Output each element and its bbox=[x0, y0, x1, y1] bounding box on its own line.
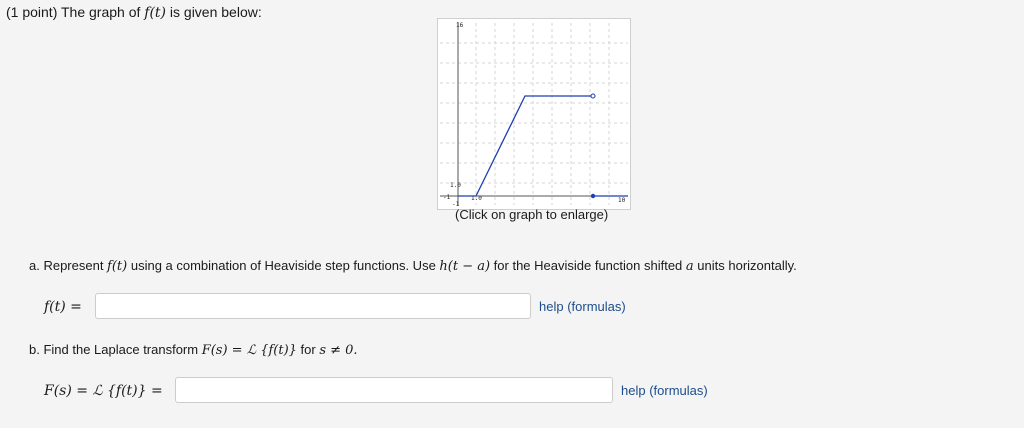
closed-endpoint bbox=[590, 193, 596, 199]
y-one-label: 1.0 bbox=[450, 182, 461, 189]
y-max-label: 16 bbox=[456, 22, 464, 29]
part-a-h-expr: h(t − a) bbox=[439, 259, 491, 274]
answer-b-input[interactable] bbox=[175, 377, 613, 403]
graph-caption[interactable]: (Click on graph to enlarge) bbox=[455, 207, 608, 223]
graph-svg: 16 1.0 -1 -1 1.0 10 bbox=[440, 22, 628, 208]
part-a-text-2: using a combination of Heaviside step fu… bbox=[127, 258, 440, 273]
answer-b-label: F(s) = ℒ {f(t)} = bbox=[44, 383, 163, 399]
part-b-prompt: b. Find the Laplace transform F(s) = ℒ {… bbox=[29, 342, 358, 359]
grid-lines bbox=[440, 23, 628, 205]
answer-a-label: f(t) = bbox=[44, 299, 82, 315]
help-formulas-link-b[interactable]: help (formulas) bbox=[621, 383, 708, 399]
header-f-of-t: f(t) bbox=[144, 5, 167, 21]
part-a-prompt: a. Represent f(t) using a combination of… bbox=[29, 258, 797, 275]
function-graph[interactable]: 16 1.0 -1 -1 1.0 10 bbox=[437, 18, 631, 210]
x-max-label: 10 bbox=[618, 197, 626, 204]
part-a-text-1: a. Represent bbox=[29, 258, 108, 273]
part-a-a-var: a bbox=[685, 259, 694, 274]
part-a-text-4: units horizontally. bbox=[693, 258, 797, 273]
part-b-condition: s ≠ 0. bbox=[319, 343, 358, 358]
help-formulas-link-a[interactable]: help (formulas) bbox=[539, 299, 626, 315]
function-curve bbox=[458, 95, 628, 197]
open-endpoint bbox=[590, 93, 596, 99]
problem-header: (1 point) The graph of f(t) is given bel… bbox=[6, 3, 262, 22]
part-b-text-2: for bbox=[296, 342, 320, 357]
part-b-text-1: b. Find the Laplace transform bbox=[29, 342, 202, 357]
curve-segment-1 bbox=[458, 95, 593, 197]
x-min-label: -1 bbox=[443, 194, 451, 201]
part-b-transform: F(s) = ℒ {f(t)} bbox=[201, 343, 297, 358]
part-a-text-3: for the Heaviside function shifted bbox=[490, 258, 686, 273]
header-text-suffix: is given below: bbox=[166, 4, 262, 20]
answer-a-input[interactable] bbox=[95, 293, 531, 319]
header-text-prefix: (1 point) The graph of bbox=[6, 4, 145, 20]
part-a-f-of-t: f(t) bbox=[107, 259, 128, 274]
